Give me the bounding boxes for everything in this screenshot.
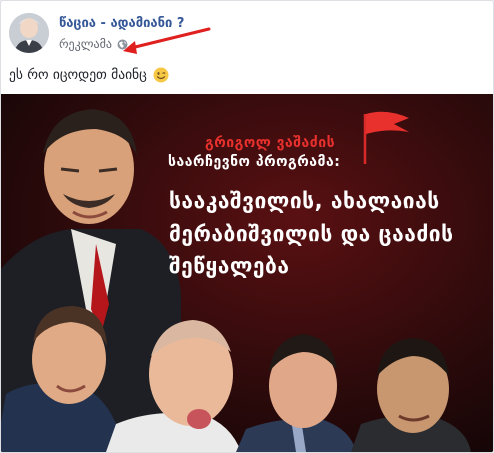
ad-title-line: მერაბიშვილის და ცააძის [169, 222, 454, 246]
feed-post-card: წაცია - ადამიანი ? რეკლამა ეს რო იცოდეთ … [0, 0, 494, 453]
ad-subhead: საარჩევნო პროგრამა: [168, 154, 341, 170]
sponsored-row: რეკლამა [59, 37, 128, 51]
ad-title-line: შეწყალება [169, 254, 290, 278]
annotation-arrow [123, 27, 211, 54]
ad-image[interactable]: გრიგოლ ვაშაძის საარჩევნო პროგრამა: სააკა… [1, 94, 493, 452]
post-text-body: ეს რო იცოდეთ მაინც [9, 67, 147, 83]
ad-title-line: სააკაშვილის, ახალაიას [169, 189, 440, 213]
ad-headline: გრიგოლ ვაშაძის [205, 135, 336, 151]
post-header: წაცია - ადამიანი ? რეკლამა [9, 13, 485, 57]
sponsored-label[interactable]: რეკლამა [59, 37, 112, 51]
smiley-icon [153, 67, 169, 83]
post-text: ეს რო იცოდეთ მაინც [9, 67, 169, 83]
avatar[interactable] [9, 13, 49, 53]
